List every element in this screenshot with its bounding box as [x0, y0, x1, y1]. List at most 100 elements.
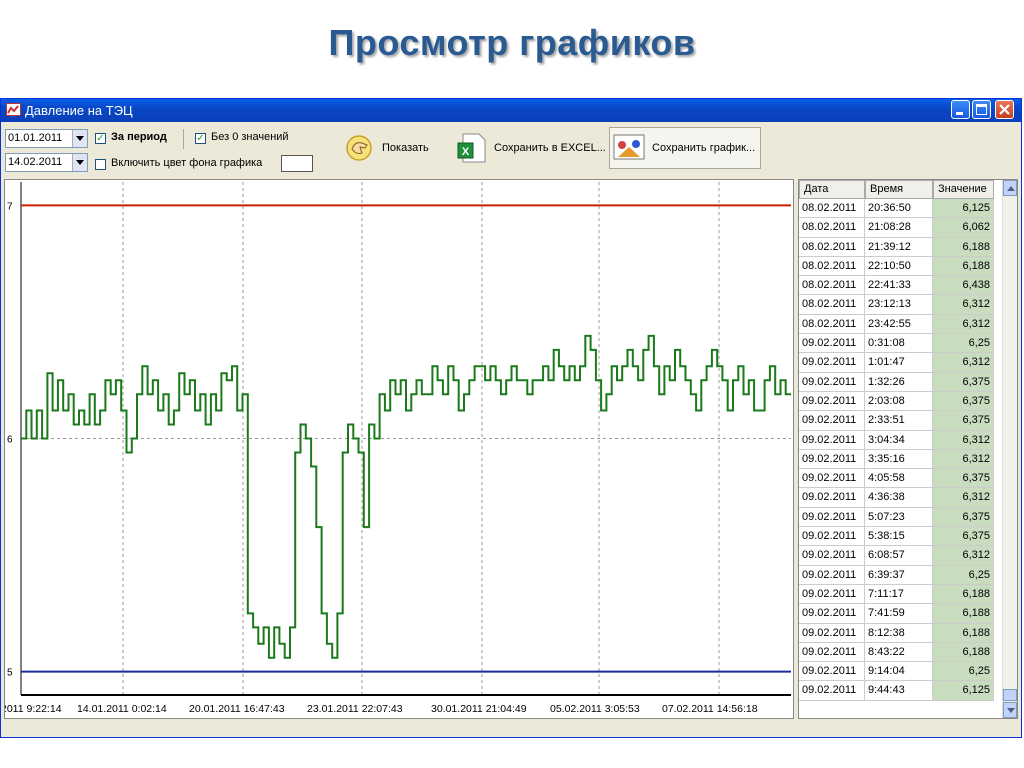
date-from-picker[interactable]: 01.01.2011	[5, 129, 88, 148]
chevron-down-icon[interactable]	[72, 154, 87, 171]
table-row[interactable]: 09.02.2011 6:08:57 6,312	[799, 546, 1004, 566]
maximize-icon	[976, 104, 987, 115]
cell-value: 6,125	[933, 681, 994, 701]
show-label: Показать	[382, 142, 429, 154]
cell-value: 6,312	[933, 295, 994, 315]
save-excel-label: Сохранить в EXCEL...	[494, 142, 606, 154]
table-row[interactable]: 09.02.2011 7:41:59 6,188	[799, 604, 1004, 624]
column-header-date[interactable]: Дата	[799, 180, 865, 199]
table-row[interactable]: 09.02.2011 1:32:26 6,375	[799, 372, 1004, 392]
cell-date: 08.02.2011	[799, 276, 865, 296]
series-line	[21, 334, 791, 659]
cell-value: 6,438	[933, 276, 994, 296]
cell-value: 6,312	[933, 430, 994, 450]
date-to-picker[interactable]: 14.02.2011	[5, 153, 88, 172]
maximize-button[interactable]	[972, 100, 991, 119]
minimize-button[interactable]	[951, 100, 970, 119]
table-row[interactable]: 09.02.2011 6:39:37 6,25	[799, 565, 1004, 585]
cell-date: 09.02.2011	[799, 469, 865, 489]
table-row[interactable]: 08.02.2011 21:39:12 6,188	[799, 237, 1004, 257]
table-row[interactable]: 09.02.2011 5:07:23 6,375	[799, 507, 1004, 528]
cell-time: 5:07:23	[865, 507, 933, 528]
table-row[interactable]: 09.02.2011 2:03:08 6,375	[799, 391, 1004, 412]
cell-date: 09.02.2011	[799, 623, 865, 643]
close-button[interactable]	[995, 100, 1014, 119]
close-icon	[999, 104, 1010, 115]
table-row[interactable]: 09.02.2011 0:31:08 6,25	[799, 334, 1004, 354]
minimize-icon	[956, 112, 963, 115]
cell-value: 6,312	[933, 314, 994, 335]
cell-time: 22:10:50	[865, 256, 933, 277]
table-row[interactable]: 09.02.2011 1:01:47 6,312	[799, 353, 1004, 373]
table-row[interactable]: 09.02.2011 8:12:38 6,188	[799, 623, 1004, 643]
date-to-value: 14.02.2011	[8, 156, 63, 168]
cell-date: 09.02.2011	[799, 527, 865, 547]
table-row[interactable]: 09.02.2011 4:05:58 6,375	[799, 469, 1004, 489]
cell-time: 4:05:58	[865, 469, 933, 489]
excel-icon: X	[457, 133, 486, 163]
table-row[interactable]: 09.02.2011 5:38:15 6,375	[799, 527, 1004, 547]
cell-date: 09.02.2011	[799, 546, 865, 566]
show-button[interactable]: Показать	[341, 129, 441, 167]
table-scrollbar[interactable]	[1002, 180, 1017, 718]
chevron-down-icon[interactable]	[72, 130, 87, 147]
cell-value: 6,375	[933, 391, 994, 412]
cell-date: 09.02.2011	[799, 681, 865, 701]
table-row[interactable]: 08.02.2011 21:08:28 6,062	[799, 218, 1004, 238]
chart-canvas: 7 6 5 2011 9:22:14 14.01.2011 0:02:14 20.01.2…	[1, 182, 791, 715]
bgcolor-checkbox[interactable]	[95, 159, 106, 170]
x-tick-label: 30.01.2011 21:04:49	[431, 703, 527, 715]
cell-value: 6,312	[933, 449, 994, 470]
cell-date: 09.02.2011	[799, 334, 865, 354]
cell-value: 6,188	[933, 623, 994, 643]
pressure-chart[interactable]: 7 6 5 2011 9:22:14 14.01.2011 0:02:14 20.01.2…	[1, 179, 794, 719]
x-tick-label: 23.01.2011 22:07:43	[307, 703, 403, 715]
cell-value: 6,188	[933, 256, 994, 277]
cell-time: 6:39:37	[865, 565, 933, 585]
column-header-time[interactable]: Время	[865, 180, 933, 199]
cell-date: 09.02.2011	[799, 449, 865, 470]
x-tick-label: 14.01.2011 0:02:14	[77, 703, 167, 715]
cell-time: 9:44:43	[865, 681, 933, 701]
table-row[interactable]: 08.02.2011 22:41:33 6,438	[799, 276, 1004, 296]
cell-date: 08.02.2011	[799, 199, 865, 219]
data-table[interactable]: Дата Время Значение 08.02.2011 20:36:50 6,…	[798, 179, 1018, 719]
table-row[interactable]: 09.02.2011 4:36:38 6,312	[799, 488, 1004, 508]
cell-time: 0:31:08	[865, 334, 933, 354]
bgcolor-swatch[interactable]	[281, 155, 313, 172]
chart-app-icon	[6, 103, 21, 116]
nozero-checkbox[interactable]: ✓	[195, 133, 206, 144]
scroll-down-icon[interactable]	[1003, 702, 1017, 718]
table-row[interactable]: 09.02.2011 2:33:51 6,375	[799, 411, 1004, 431]
x-tick-label: 2011 9:22:14	[5, 703, 62, 715]
column-header-value[interactable]: Значение	[933, 180, 994, 199]
table-row[interactable]: 08.02.2011 22:10:50 6,188	[799, 256, 1004, 277]
table-row[interactable]: 08.02.2011 20:36:50 6,125	[799, 199, 1004, 219]
table-row[interactable]: 09.02.2011 3:35:16 6,312	[799, 449, 1004, 470]
table-row[interactable]: 09.02.2011 9:14:04 6,25	[799, 662, 1004, 682]
cell-date: 09.02.2011	[799, 391, 865, 412]
nozero-label: Без 0 значений	[211, 131, 289, 143]
cell-value: 6,312	[933, 546, 994, 566]
cell-date: 09.02.2011	[799, 565, 865, 585]
window-titlebar[interactable]: Давление на ТЭЦ	[1, 99, 1021, 122]
cell-date: 09.02.2011	[799, 642, 865, 663]
scroll-up-icon[interactable]	[1003, 180, 1017, 196]
table-row[interactable]: 09.02.2011 8:43:22 6,188	[799, 642, 1004, 663]
table-row[interactable]: 08.02.2011 23:12:13 6,312	[799, 295, 1004, 315]
cell-value: 6,25	[933, 565, 994, 585]
y-tick-label: 7	[7, 201, 13, 212]
cell-date: 09.02.2011	[799, 507, 865, 528]
save-excel-button[interactable]: X Сохранить в EXCEL...	[453, 129, 606, 167]
save-chart-button[interactable]: Сохранить график...	[609, 127, 761, 169]
table-row[interactable]: 09.02.2011 3:04:34 6,312	[799, 430, 1004, 450]
table-row[interactable]: 09.02.2011 7:11:17 6,188	[799, 584, 1004, 605]
table-row[interactable]: 08.02.2011 23:42:55 6,312	[799, 314, 1004, 335]
cell-date: 09.02.2011	[799, 604, 865, 624]
period-checkbox[interactable]: ✓	[95, 133, 106, 144]
cell-value: 6,312	[933, 488, 994, 508]
scroll-thumb[interactable]	[1003, 689, 1017, 701]
table-row[interactable]: 09.02.2011 9:44:43 6,125	[799, 681, 1004, 701]
save-chart-label: Сохранить график...	[652, 142, 756, 154]
cell-date: 09.02.2011	[799, 584, 865, 605]
